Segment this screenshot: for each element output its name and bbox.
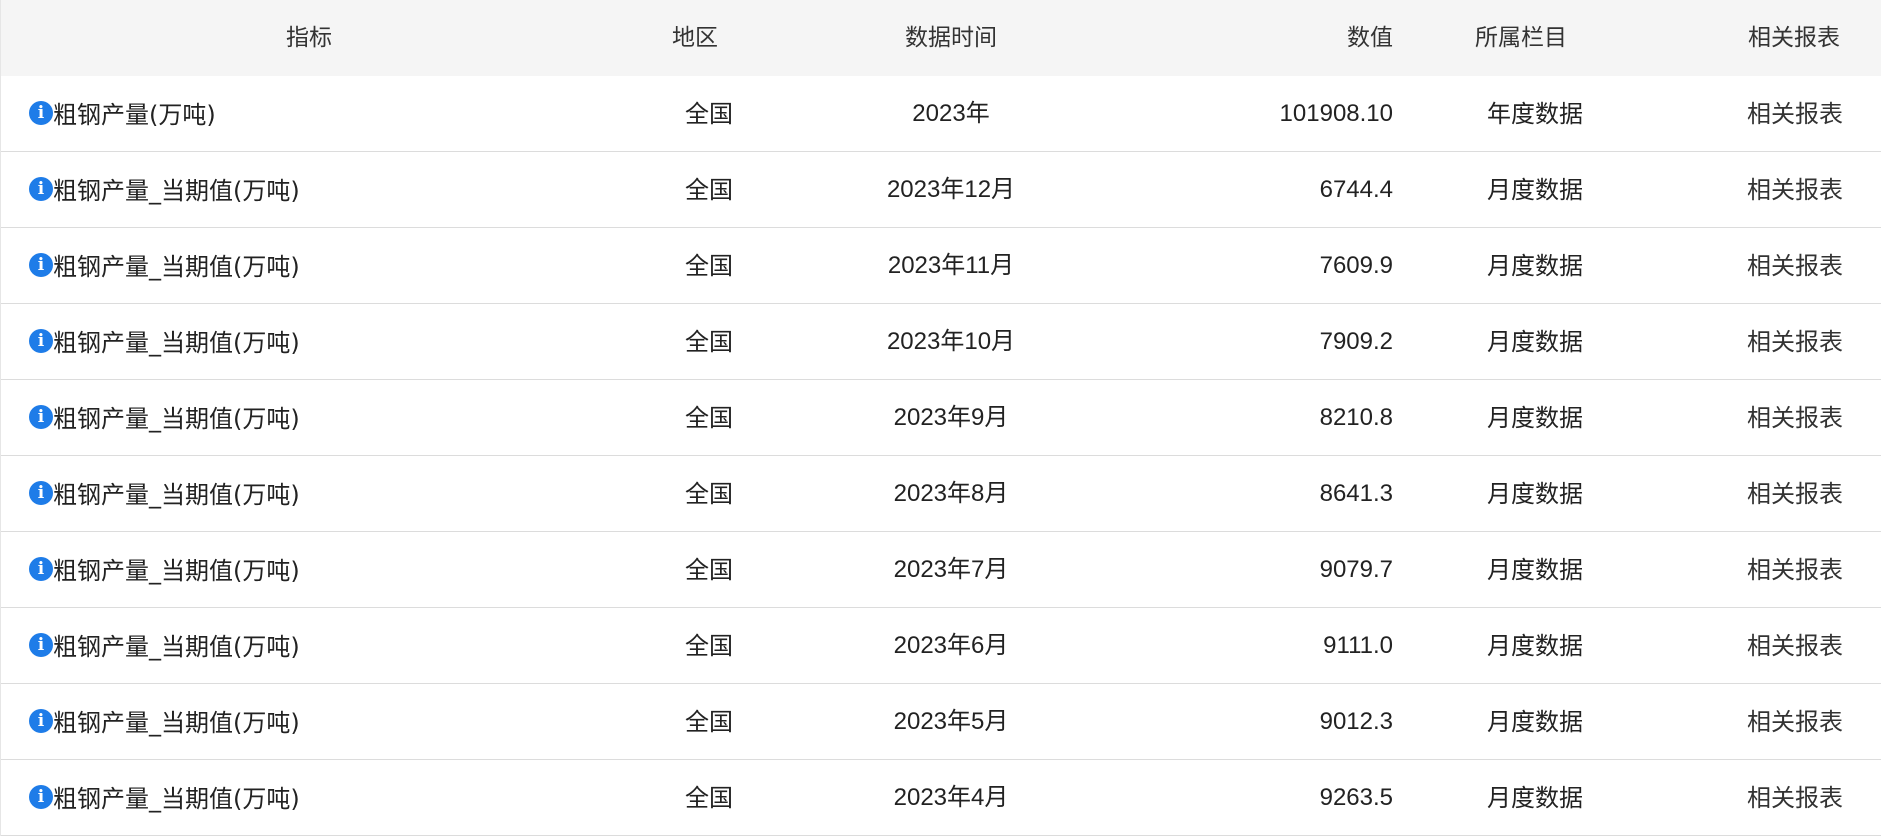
value-cell: 8210.8 bbox=[1319, 404, 1393, 431]
indicator-label: 粗钢产量_当期值(万吨) bbox=[53, 785, 300, 813]
data-time-cell: 2023年8月 bbox=[893, 480, 1009, 507]
value-cell: 9079.7 bbox=[1319, 556, 1393, 583]
value-cell: 7909.2 bbox=[1319, 328, 1393, 355]
indicator-label: 粗钢产量_当期值(万吨) bbox=[53, 177, 300, 205]
region-cell: 全国 bbox=[685, 556, 733, 584]
related-report-link[interactable]: 相关报表 bbox=[1731, 304, 1843, 380]
info-icon[interactable]: i bbox=[29, 481, 53, 505]
data-time-cell: 2023年5月 bbox=[893, 708, 1009, 735]
header-region: 地区 bbox=[672, 25, 718, 51]
value-cell: 9111.0 bbox=[1323, 632, 1393, 659]
indicator-cell: i 粗钢产量_当期值(万吨) bbox=[29, 304, 589, 380]
indicator-label: 粗钢产量(万吨) bbox=[53, 101, 216, 129]
related-report-link[interactable]: 相关报表 bbox=[1731, 152, 1843, 228]
data-time-cell: 2023年7月 bbox=[893, 556, 1009, 583]
data-time-cell: 2023年6月 bbox=[893, 632, 1009, 659]
column-cell: 月度数据 bbox=[1487, 176, 1583, 204]
column-cell: 月度数据 bbox=[1487, 556, 1583, 584]
data-time-cell: 2023年 bbox=[912, 100, 990, 127]
indicator-label: 粗钢产量_当期值(万吨) bbox=[53, 329, 300, 357]
indicator-cell: i 粗钢产量_当期值(万吨) bbox=[29, 608, 589, 684]
indicator-label: 粗钢产量_当期值(万吨) bbox=[53, 709, 300, 737]
related-report-link[interactable]: 相关报表 bbox=[1731, 76, 1843, 152]
info-icon[interactable]: i bbox=[29, 709, 53, 733]
indicator-cell: i 粗钢产量_当期值(万吨) bbox=[29, 228, 589, 304]
header-indicator: 指标 bbox=[286, 25, 332, 51]
indicator-cell: i 粗钢产量_当期值(万吨) bbox=[29, 152, 589, 228]
value-cell: 9012.3 bbox=[1319, 708, 1393, 735]
value-cell: 9263.5 bbox=[1319, 784, 1393, 811]
indicator-label: 粗钢产量_当期值(万吨) bbox=[53, 253, 300, 281]
region-cell: 全国 bbox=[685, 328, 733, 356]
table-row: i 粗钢产量_当期值(万吨) 全国 2023年10月 7909.2 月度数据 相关… bbox=[1, 304, 1881, 380]
info-icon[interactable]: i bbox=[29, 405, 53, 429]
info-icon[interactable]: i bbox=[29, 253, 53, 277]
info-icon[interactable]: i bbox=[29, 177, 53, 201]
region-cell: 全国 bbox=[685, 708, 733, 736]
column-cell: 月度数据 bbox=[1487, 632, 1583, 660]
table-row: i 粗钢产量_当期值(万吨) 全国 2023年8月 8641.3 月度数据 相关报… bbox=[1, 456, 1881, 532]
region-cell: 全国 bbox=[685, 632, 733, 660]
table-row: i 粗钢产量_当期值(万吨) 全国 2023年6月 9111.0 月度数据 相关报… bbox=[1, 608, 1881, 684]
table-row: i 粗钢产量_当期值(万吨) 全国 2023年12月 6744.4 月度数据 相关… bbox=[1, 152, 1881, 228]
column-cell: 月度数据 bbox=[1487, 480, 1583, 508]
indicator-cell: i 粗钢产量_当期值(万吨) bbox=[29, 760, 589, 836]
data-time-cell: 2023年12月 bbox=[886, 176, 1016, 203]
region-cell: 全国 bbox=[685, 176, 733, 204]
region-cell: 全国 bbox=[685, 252, 733, 280]
related-report-link[interactable]: 相关报表 bbox=[1731, 684, 1843, 760]
column-cell: 月度数据 bbox=[1487, 784, 1583, 812]
indicator-cell: i 粗钢产量_当期值(万吨) bbox=[29, 380, 589, 456]
table-row: i 粗钢产量_当期值(万吨) 全国 2023年9月 8210.8 月度数据 相关报… bbox=[1, 380, 1881, 456]
data-time-cell: 2023年11月 bbox=[887, 252, 1015, 279]
table-row: i 粗钢产量_当期值(万吨) 全国 2023年4月 9263.5 月度数据 相关报… bbox=[1, 760, 1881, 836]
table-row: i 粗钢产量_当期值(万吨) 全国 2023年11月 7609.9 月度数据 相关… bbox=[1, 228, 1881, 304]
indicator-label: 粗钢产量_当期值(万吨) bbox=[53, 481, 300, 509]
indicator-label: 粗钢产量_当期值(万吨) bbox=[53, 405, 300, 433]
data-time-cell: 2023年9月 bbox=[893, 404, 1009, 431]
info-icon[interactable]: i bbox=[29, 557, 53, 581]
header-column: 所属栏目 bbox=[1475, 25, 1567, 51]
info-icon[interactable]: i bbox=[29, 329, 53, 353]
region-cell: 全国 bbox=[685, 100, 733, 128]
table-row: i 粗钢产量(万吨) 全国 2023年 101908.10 年度数据 相关报表 bbox=[1, 76, 1881, 152]
data-time-cell: 2023年4月 bbox=[893, 784, 1009, 811]
header-value: 数值 bbox=[1347, 25, 1393, 51]
related-report-link[interactable]: 相关报表 bbox=[1731, 456, 1843, 532]
table-header-row: 指标 地区 数据时间 数值 所属栏目 相关报表 bbox=[1, 0, 1881, 76]
indicator-cell: i 粗钢产量_当期值(万吨) bbox=[29, 456, 589, 532]
related-report-link[interactable]: 相关报表 bbox=[1731, 760, 1843, 836]
indicator-cell: i 粗钢产量_当期值(万吨) bbox=[29, 684, 589, 760]
indicator-label: 粗钢产量_当期值(万吨) bbox=[53, 633, 300, 661]
related-report-link[interactable]: 相关报表 bbox=[1731, 380, 1843, 456]
related-report-link[interactable]: 相关报表 bbox=[1731, 608, 1843, 684]
column-cell: 月度数据 bbox=[1487, 404, 1583, 432]
indicator-cell: i 粗钢产量_当期值(万吨) bbox=[29, 532, 589, 608]
table-row: i 粗钢产量_当期值(万吨) 全国 2023年7月 9079.7 月度数据 相关报… bbox=[1, 532, 1881, 608]
data-time-cell: 2023年10月 bbox=[886, 328, 1016, 355]
header-data-time: 数据时间 bbox=[905, 25, 997, 51]
column-cell: 月度数据 bbox=[1487, 708, 1583, 736]
region-cell: 全国 bbox=[685, 784, 733, 812]
header-related-report: 相关报表 bbox=[1748, 25, 1840, 51]
value-cell: 6744.4 bbox=[1319, 176, 1393, 203]
info-icon[interactable]: i bbox=[29, 785, 53, 809]
indicator-label: 粗钢产量_当期值(万吨) bbox=[53, 557, 300, 585]
info-icon[interactable]: i bbox=[29, 633, 53, 657]
value-cell: 7609.9 bbox=[1319, 252, 1393, 279]
related-report-link[interactable]: 相关报表 bbox=[1731, 532, 1843, 608]
column-cell: 月度数据 bbox=[1487, 252, 1583, 280]
value-cell: 101908.10 bbox=[1279, 100, 1393, 127]
column-cell: 月度数据 bbox=[1487, 328, 1583, 356]
value-cell: 8641.3 bbox=[1319, 480, 1393, 507]
data-table: 指标 地区 数据时间 数值 所属栏目 相关报表 i 粗钢产量(万吨) 全国 202… bbox=[0, 0, 1881, 836]
related-report-link[interactable]: 相关报表 bbox=[1731, 228, 1843, 304]
info-icon[interactable]: i bbox=[29, 101, 53, 125]
indicator-cell: i 粗钢产量(万吨) bbox=[29, 76, 589, 152]
column-cell: 年度数据 bbox=[1487, 100, 1583, 128]
region-cell: 全国 bbox=[685, 480, 733, 508]
region-cell: 全国 bbox=[685, 404, 733, 432]
table-row: i 粗钢产量_当期值(万吨) 全国 2023年5月 9012.3 月度数据 相关报… bbox=[1, 684, 1881, 760]
